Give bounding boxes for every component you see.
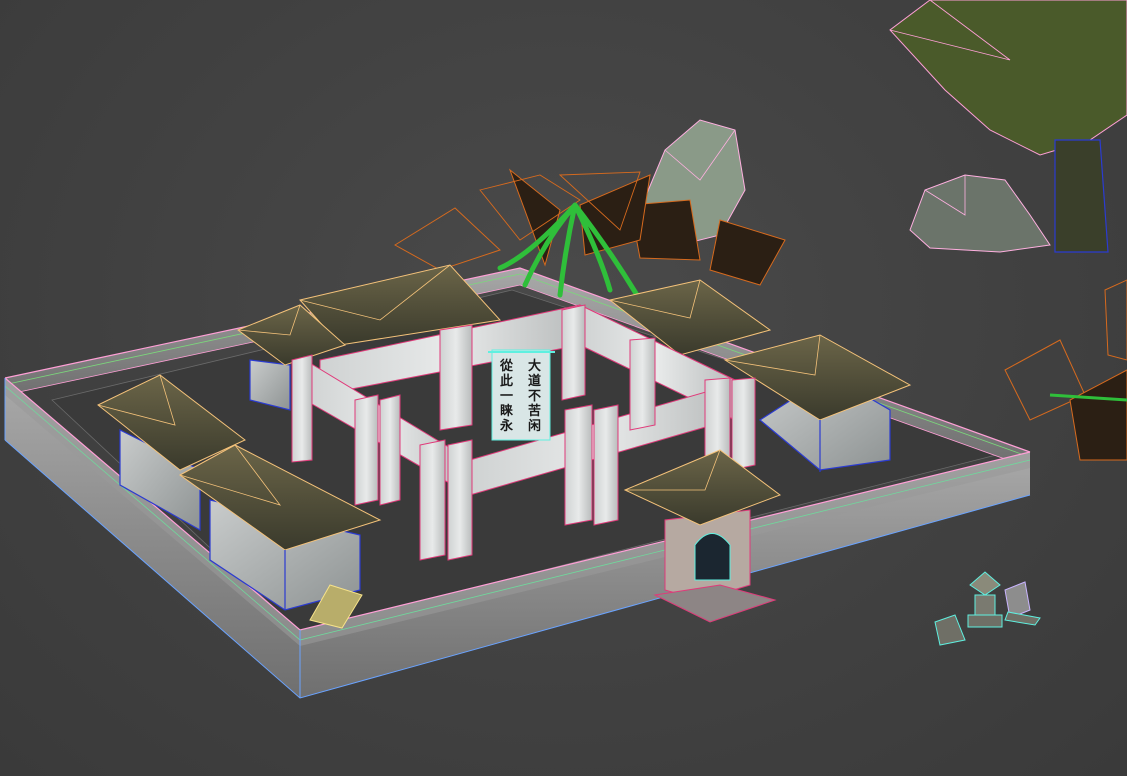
svg-text:永: 永 [499,418,514,434]
svg-text:睐: 睐 [500,403,513,419]
svg-text:從: 從 [499,358,513,374]
tree-top-right [889,0,1127,253]
svg-text:闲: 闲 [528,419,541,434]
svg-text:苦: 苦 [528,403,541,419]
svg-text:大: 大 [528,358,541,374]
svg-text:一: 一 [500,389,513,404]
plant-right [1004,279,1127,461]
center-gate: 從 此 一 睐 永 大 道 不 苦 闲 [488,349,555,441]
3d-viewport[interactable]: 從 此 一 睐 永 大 道 不 苦 闲 [0,0,1127,776]
svg-text:道: 道 [528,373,541,389]
svg-text:此: 此 [500,373,513,389]
lantern-props [934,571,1041,646]
scene-render[interactable]: 從 此 一 睐 永 大 道 不 苦 闲 [0,0,1127,776]
svg-text:不: 不 [528,389,541,404]
